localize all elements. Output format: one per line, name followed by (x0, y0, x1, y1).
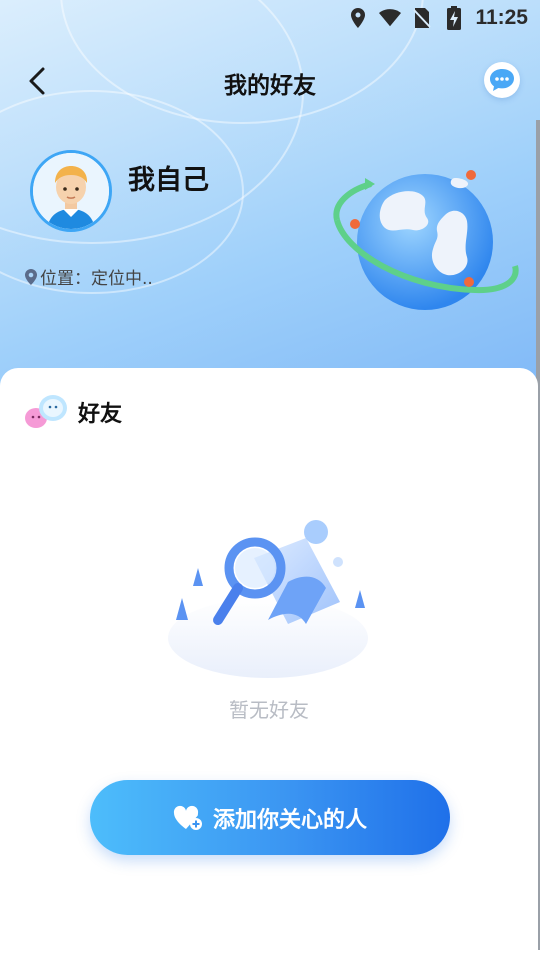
wifi-icon (379, 7, 402, 29)
heart-plus-icon (173, 805, 202, 830)
location-icon (347, 7, 369, 29)
add-friend-label: 添加你关心的人 (212, 807, 367, 833)
user-avatar-icon (33, 153, 109, 229)
message-button[interactable] (484, 62, 520, 98)
location-row: 位置：定位中.. (24, 264, 153, 289)
user-name: 我自己 (128, 165, 209, 196)
page-title: 我的好友 (224, 73, 316, 99)
location-text: 位置：定位中.. (40, 269, 153, 289)
location-pin-icon (25, 268, 37, 285)
avatar[interactable] (30, 150, 112, 232)
no-sim-icon (411, 7, 433, 29)
status-time: 11:25 (475, 6, 528, 29)
empty-state-illustration (168, 520, 368, 678)
section-title: 好友 (78, 402, 123, 427)
status-bar: 11:25 (0, 0, 540, 36)
empty-state-text: 暂无好友 (229, 698, 309, 722)
chat-bubble-icon (490, 69, 514, 91)
add-friend-button[interactable]: 添加你关心的人 (90, 780, 450, 855)
nav-bar: 我的好友 (0, 56, 540, 108)
globe-illustration (333, 170, 519, 310)
battery-charging-icon (443, 6, 465, 30)
section-header: 好友 (24, 394, 122, 430)
friends-panel: 好友 暂无好友 添加你关心的人 (0, 368, 538, 960)
header-background: 11:25 我的好友 我自己 位置：定位中.. (0, 0, 540, 400)
friends-bubble-icon (25, 395, 67, 428)
